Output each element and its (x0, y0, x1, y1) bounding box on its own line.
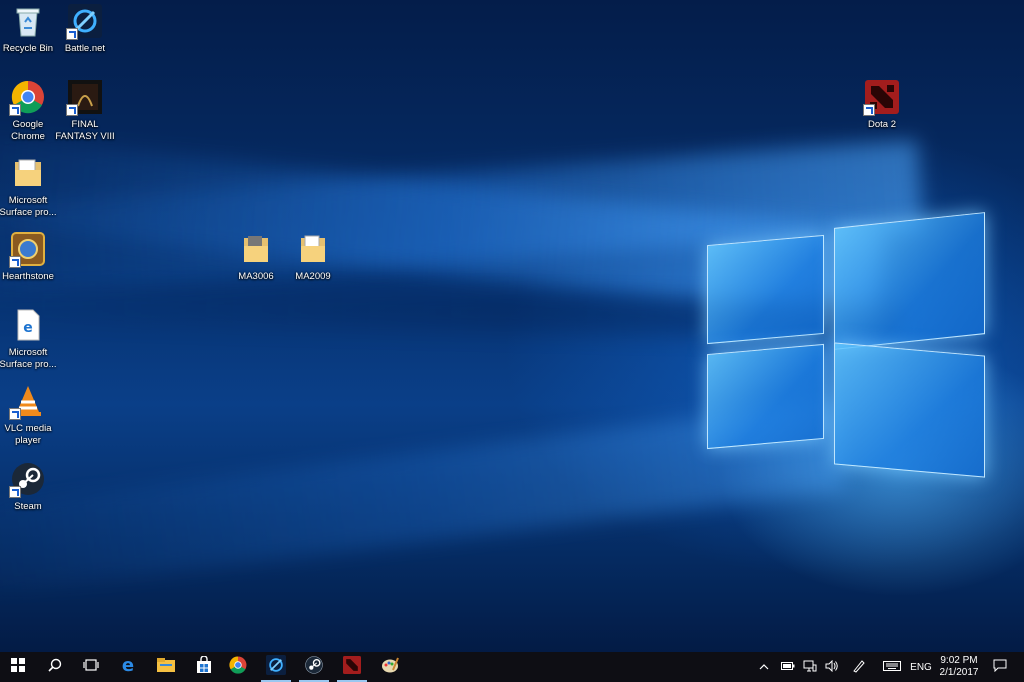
dota2-icon (863, 80, 899, 116)
svg-text:e: e (23, 320, 33, 336)
show-hidden-icons-button[interactable] (754, 652, 774, 682)
taskbar: e ENG 9:02 PM 2/1/2017 (0, 652, 1024, 682)
final-fantasy-icon (66, 80, 102, 116)
touch-keyboard-button[interactable] (880, 652, 904, 682)
shortcut-arrow-icon (66, 28, 78, 40)
icon-label: VLC media player (4, 423, 52, 446)
taskbar-dota2[interactable] (334, 652, 370, 682)
icon-label: Recycle Bin (2, 43, 54, 54)
search-button[interactable] (38, 652, 72, 682)
desktop-icon-final-fantasy-viii[interactable]: FINAL FANTASY VIII (54, 80, 116, 142)
svg-text:e: e (122, 656, 134, 674)
clock-time: 9:02 PM (940, 655, 978, 666)
edge-document-icon: e (11, 308, 45, 342)
keyboard-icon (883, 660, 901, 674)
taskbar-chrome[interactable] (220, 652, 256, 682)
start-button[interactable] (0, 652, 36, 682)
pen-workspace-button[interactable] (848, 652, 870, 682)
pen-icon (852, 659, 866, 676)
taskbar-steam[interactable] (296, 652, 332, 682)
language-indicator: ENG (910, 661, 932, 673)
desktop-icon-battlenet[interactable]: Battle.net (54, 4, 116, 55)
icon-label: Google Chrome (11, 119, 45, 142)
icon-label: Microsoft Surface pro... (0, 347, 57, 370)
taskbar-file-explorer[interactable] (148, 652, 184, 682)
desktop-icon-google-chrome[interactable]: Google Chrome (0, 80, 59, 142)
icon-label: MA3006 (238, 271, 274, 282)
desktop-icon-ma2009[interactable]: MA2009 (282, 232, 344, 283)
search-icon (48, 658, 62, 677)
clock-date: 2/1/2017 (939, 667, 979, 678)
icon-label: Battle.net (64, 43, 106, 54)
chrome-icon (229, 656, 247, 679)
clock-button[interactable]: 9:02 PM 2/1/2017 (936, 652, 982, 682)
logo-pane-top-right (834, 212, 985, 350)
dota2-icon (343, 655, 361, 679)
icon-label: Hearthstone (2, 271, 54, 282)
chevron-up-icon (759, 662, 769, 673)
desktop-icon-dota2[interactable]: Dota 2 (851, 80, 913, 131)
shortcut-arrow-icon (9, 486, 21, 498)
shortcut-arrow-icon (9, 104, 21, 116)
desktop-icon-vlc[interactable]: VLC media player (0, 384, 59, 446)
logo-pane-bottom-right (834, 342, 985, 478)
network-button[interactable] (800, 652, 820, 682)
input-language-button[interactable]: ENG (906, 652, 936, 682)
volume-button[interactable] (822, 652, 842, 682)
shortcut-arrow-icon (9, 408, 21, 420)
vlc-icon (9, 384, 45, 420)
steam-icon (9, 462, 45, 498)
folder-icon (239, 232, 273, 266)
taskbar-store[interactable] (186, 652, 222, 682)
desktop-icon-ma3006[interactable]: MA3006 (225, 232, 287, 283)
logo-pane-bottom-left (707, 343, 824, 450)
battery-button[interactable] (778, 652, 798, 682)
action-center-button[interactable] (988, 652, 1012, 682)
desktop-icon-surface-folder[interactable]: Microsoft Surface pro... (0, 156, 59, 218)
battlenet-icon (66, 4, 102, 40)
recycle-bin-icon (11, 4, 45, 38)
desktop-icon-recycle-bin[interactable]: Recycle Bin (0, 4, 59, 55)
desktop-icon-hearthstone[interactable]: Hearthstone (0, 232, 59, 283)
icon-label: MA2009 (295, 271, 331, 282)
volume-icon (825, 659, 839, 675)
taskbar-paint[interactable] (372, 652, 408, 682)
icon-label: FINAL FANTASY VIII (55, 119, 115, 142)
network-icon (803, 660, 817, 675)
desktop-background: Recycle Bin Battle.net Google Chrome FIN… (0, 0, 1024, 652)
store-icon (196, 654, 212, 679)
taskbar-battlenet[interactable] (258, 652, 294, 682)
icon-label: Dota 2 (868, 119, 896, 130)
edge-icon: e (119, 655, 137, 679)
paint-icon (381, 656, 399, 679)
taskbar-edge[interactable]: e (110, 652, 146, 682)
start-icon (11, 657, 25, 677)
folder-icon (11, 156, 45, 190)
shortcut-arrow-icon (66, 104, 78, 116)
battery-icon (781, 661, 795, 674)
hearthstone-icon (9, 232, 45, 268)
folder-icon (296, 232, 330, 266)
logo-pane-top-left (707, 234, 824, 345)
steam-icon (305, 655, 323, 679)
shortcut-arrow-icon (863, 104, 875, 116)
task-view-icon (83, 658, 99, 677)
icon-label: Microsoft Surface pro... (0, 195, 57, 218)
notification-icon (993, 659, 1007, 675)
desktop-icon-surface-document[interactable]: e Microsoft Surface pro... (0, 308, 59, 370)
chrome-icon (9, 80, 45, 116)
icon-label: Steam (14, 501, 42, 512)
battlenet-icon (266, 654, 286, 680)
shortcut-arrow-icon (9, 256, 21, 268)
desktop-icon-steam[interactable]: Steam (0, 462, 59, 513)
task-view-button[interactable] (74, 652, 108, 682)
file-explorer-icon (157, 657, 175, 678)
